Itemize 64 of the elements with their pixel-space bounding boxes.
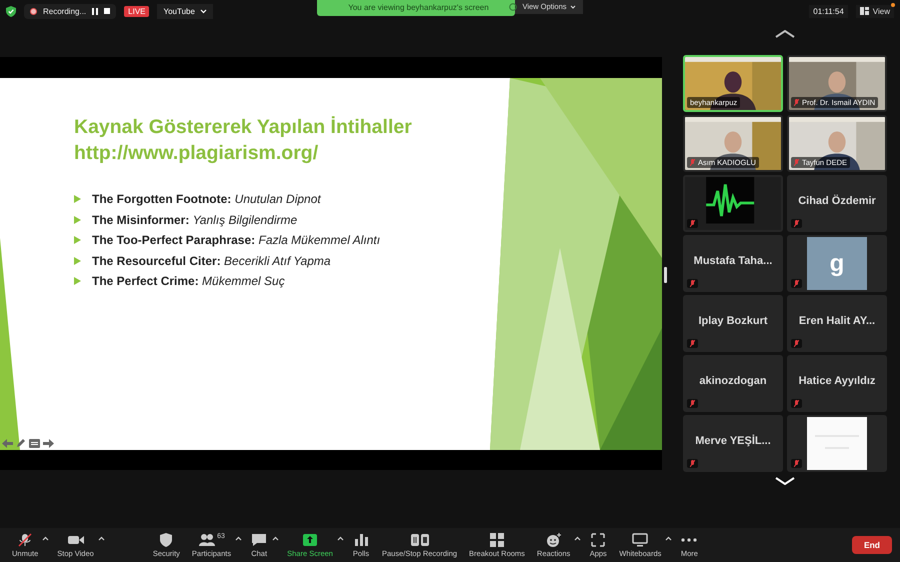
- avatar-initial: g: [807, 237, 867, 290]
- caret-icon[interactable]: [272, 536, 280, 540]
- caret-icon[interactable]: [42, 536, 50, 540]
- stop-icon[interactable]: [104, 8, 110, 14]
- grid-icon: [488, 532, 506, 546]
- smiley-icon: [544, 532, 563, 546]
- caret-icon[interactable]: [98, 536, 105, 540]
- layout-icon: [860, 7, 869, 15]
- bullet-text: The Forgotten Footnote: Unutulan Dipnot: [92, 192, 321, 206]
- live-badge: LIVE: [124, 6, 150, 16]
- caret-icon[interactable]: [574, 536, 582, 540]
- pause-stop-icon: [410, 532, 429, 546]
- pause-icon[interactable]: [92, 8, 98, 14]
- microphone-off-icon: [16, 532, 34, 546]
- participant-name: Hatice Ayyıldız: [798, 374, 876, 386]
- participant-name: Mustafa Taha...: [694, 254, 772, 266]
- participant-tile[interactable]: Eren Halit AY...: [787, 295, 887, 352]
- bullet-text: The Resourceful Citer: Becerikli Atıf Yapma: [92, 254, 331, 268]
- participant-name: Cihad Özdemir: [798, 194, 876, 206]
- stream-dropdown[interactable]: YouTube: [157, 4, 213, 18]
- caret-icon[interactable]: [235, 536, 242, 540]
- scroll-down-icon[interactable]: [775, 477, 795, 485]
- participant-tile[interactable]: [787, 415, 887, 472]
- slide-subtitle: http://www.plagiarism.org/: [74, 141, 320, 166]
- bullet-text: The Perfect Crime: Mükemmel Suç: [92, 274, 285, 288]
- bullet-arrow-icon: [74, 236, 81, 244]
- bullet-text: The Misinformer: Yanlış Bilgilendirme: [92, 212, 298, 226]
- circle-icon: [509, 3, 518, 11]
- chevron-down-icon: [570, 5, 576, 9]
- end-button[interactable]: End: [852, 536, 892, 554]
- participant-name: Merve YEŞİL...: [695, 434, 771, 446]
- meeting-timer: 01:11:54: [809, 4, 848, 18]
- scroll-up-icon[interactable]: [775, 30, 795, 38]
- apps-icon: [589, 532, 608, 546]
- participant-tile[interactable]: Cihad Özdemir: [787, 175, 887, 232]
- recording-indicator[interactable]: Recording...: [24, 4, 116, 18]
- view-button[interactable]: View: [856, 4, 894, 18]
- bullet-arrow-icon: [74, 277, 81, 285]
- people-icon: [198, 532, 216, 546]
- chat-bubble-icon: [250, 532, 268, 546]
- participant-tile[interactable]: Hatice Ayyıldız: [787, 355, 887, 412]
- menu-icon[interactable]: [29, 438, 40, 448]
- resize-handle[interactable]: [664, 267, 666, 283]
- participant-name: Iplay Bozkurt: [698, 314, 768, 326]
- caret-icon[interactable]: [336, 536, 344, 540]
- monitor-icon: [631, 532, 650, 546]
- participant-tile[interactable]: akinozdogan: [683, 355, 783, 412]
- participant-name: akinozdogan: [699, 374, 767, 386]
- pen-icon[interactable]: [16, 438, 26, 448]
- previous-arrow-icon[interactable]: [2, 438, 13, 448]
- participant-tile[interactable]: Iplay Bozkurt: [683, 295, 783, 352]
- bullet-arrow-icon: [74, 256, 81, 264]
- chevron-down-icon: [200, 8, 207, 14]
- slide-title: Kaynak Göstererek Yapılan İntihaller: [74, 115, 413, 140]
- shield-icon: [6, 6, 16, 16]
- participant-tile[interactable]: Mustafa Taha...: [683, 235, 783, 292]
- next-arrow-icon[interactable]: [43, 438, 54, 448]
- screen-share-banner: You are viewing beyhankarpuz's screen: [317, 0, 516, 16]
- participant-tile[interactable]: Merve YEŞİL...: [683, 415, 783, 472]
- caret-icon[interactable]: [665, 536, 672, 540]
- participant-name: Eren Halit AY...: [798, 314, 876, 326]
- bullet-arrow-icon: [74, 216, 81, 224]
- bullet-arrow-icon: [74, 195, 81, 203]
- bullet-text: The Too-Perfect Paraphrase: Fazla Mükemmel Alıntı: [92, 233, 380, 247]
